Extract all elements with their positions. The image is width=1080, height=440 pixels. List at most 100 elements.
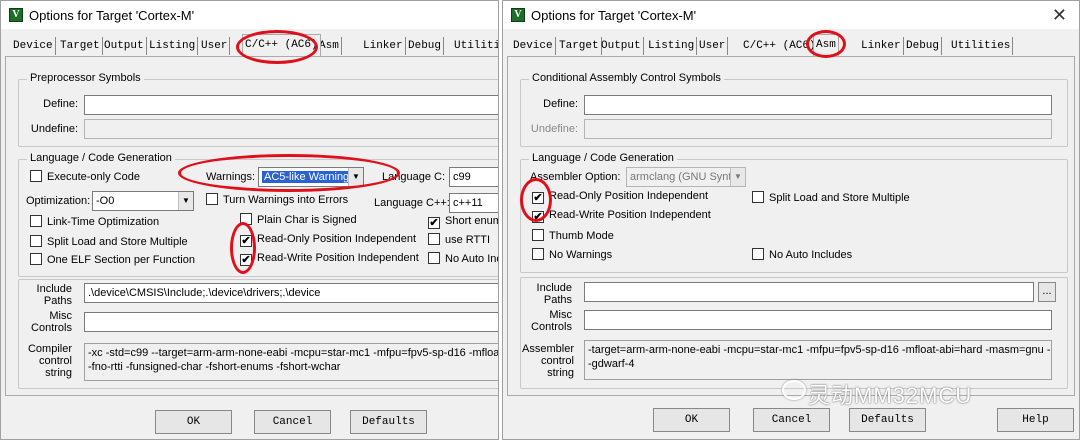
misc-controls-input[interactable] [84, 312, 498, 332]
tab-linker[interactable]: Linker [361, 37, 406, 55]
cancel-button[interactable]: Cancel [254, 410, 331, 434]
checkbox-box[interactable] [532, 248, 544, 260]
plain-char-checkbox[interactable]: Plain Char is Signed [240, 213, 357, 227]
group-title: Language / Code Generation [529, 152, 677, 164]
close-icon[interactable]: ✕ [1052, 5, 1067, 26]
cancel-button[interactable]: Cancel [753, 408, 830, 432]
tab-user[interactable]: User [199, 37, 231, 55]
group-title: Conditional Assembly Control Symbols [529, 72, 724, 84]
checkmark-icon[interactable]: ✔ [532, 192, 544, 204]
help-button[interactable]: Help [997, 408, 1074, 432]
undefine-label: Undefine: [30, 123, 78, 135]
include-paths-label: Include Paths [536, 282, 572, 306]
short-enums-checkbox[interactable]: ✔Short enums [428, 215, 498, 229]
misc-controls-label: Misc Controls [31, 310, 72, 334]
ropi-checkbox[interactable]: ✔ Read-Only Position Independent [240, 233, 416, 247]
language-cpp-label: Language C++: [374, 197, 450, 209]
checkbox-box[interactable] [240, 213, 252, 225]
split-load-checkbox[interactable]: Split Load and Store Multiple [752, 191, 910, 205]
misc-controls-label: Misc Controls [531, 309, 572, 333]
misc-controls-input[interactable] [584, 310, 1052, 330]
split-load-checkbox[interactable]: Split Load and Store Multiple [30, 235, 188, 249]
tab-c-cpp[interactable]: C/C++ (AC6) [242, 34, 321, 56]
defaults-button[interactable]: Defaults [350, 410, 427, 434]
checkbox-box[interactable] [752, 248, 764, 260]
lto-checkbox[interactable]: Link-Time Optimization [30, 215, 159, 229]
language-c-select[interactable]: c99 [449, 167, 498, 187]
ropi-checkbox[interactable]: ✔ Read-Only Position Independent [532, 190, 708, 204]
language-cpp-select[interactable]: c++11 [449, 193, 498, 213]
options-window-cpp: V Options for Target 'Cortex-M' Device T… [0, 0, 499, 440]
tab-target[interactable]: Target [557, 37, 602, 55]
tab-target[interactable]: Target [58, 37, 103, 55]
chevron-down-icon[interactable]: ▼ [178, 192, 193, 210]
undefine-input[interactable] [584, 119, 1052, 139]
keil-app-icon: V [9, 8, 23, 22]
tab-debug[interactable]: Debug [406, 37, 445, 55]
tab-c-cpp[interactable]: C/C++ (AC6) [741, 37, 819, 55]
one-elf-checkbox[interactable]: One ELF Section per Function [30, 253, 195, 267]
group-title: Preprocessor Symbols [27, 72, 144, 84]
tab-device[interactable]: Device [511, 37, 556, 55]
undefine-input[interactable] [84, 119, 498, 139]
no-auto-includes-checkbox[interactable]: No Auto Includes [752, 248, 852, 262]
checkbox-box[interactable] [30, 170, 42, 182]
tab-utilities[interactable]: Utilities [949, 37, 1014, 55]
browse-button[interactable]: ... [1038, 282, 1056, 302]
checkmark-icon[interactable]: ✔ [240, 235, 252, 247]
defaults-button[interactable]: Defaults [849, 408, 926, 432]
warnings-label: Warnings: [206, 171, 256, 183]
checkbox-box[interactable] [30, 215, 42, 227]
checkbox-box[interactable] [428, 252, 440, 264]
wechat-logo [782, 380, 806, 400]
tab-debug[interactable]: Debug [904, 37, 943, 55]
checkbox-box[interactable] [428, 233, 440, 245]
options-window-asm: V Options for Target 'Cortex-M' ✕ Device… [502, 0, 1080, 440]
warnings-select[interactable]: AC5-like Warnings ▼ [258, 167, 364, 187]
tab-listing[interactable]: Listing [646, 37, 698, 55]
turn-warnings-checkbox[interactable]: Turn Warnings into Errors [206, 193, 348, 207]
include-paths-input[interactable] [584, 282, 1034, 302]
checkbox-box[interactable] [30, 235, 42, 247]
language-c-label: Language C: [382, 171, 445, 183]
assembler-option-select[interactable]: armclang (GNU Syntax) ▼ [626, 167, 746, 187]
tab-device[interactable]: Device [11, 37, 56, 55]
tab-asm[interactable]: Asm [813, 34, 839, 56]
no-auto-includes-checkbox[interactable]: No Auto Inc [428, 252, 498, 266]
no-warnings-checkbox[interactable]: No Warnings [532, 248, 612, 262]
chevron-down-icon[interactable]: ▼ [730, 168, 745, 186]
assembler-control-string[interactable]: -target=arm-arm-none-eabi -mcpu=star-mc1… [584, 340, 1052, 380]
tab-user[interactable]: User [697, 37, 729, 55]
ok-button[interactable]: OK [653, 408, 730, 432]
compiler-control-string[interactable]: -xc -std=c99 --target=arm-arm-none-eabi … [84, 343, 498, 381]
define-input[interactable] [84, 95, 498, 115]
tab-output[interactable]: Output [102, 37, 147, 55]
group-title: Language / Code Generation [27, 152, 175, 164]
ok-button[interactable]: OK [155, 410, 232, 434]
compiler-control-label: Compiler control string [27, 343, 72, 379]
optimization-select[interactable]: -O0 ▼ [92, 191, 194, 211]
checkmark-icon[interactable]: ✔ [532, 211, 544, 223]
define-input[interactable] [584, 95, 1052, 115]
checkbox-box[interactable] [532, 229, 544, 241]
include-paths-input[interactable]: .\device\CMSIS\Include;.\device\drivers;… [84, 283, 498, 303]
rwpi-checkbox[interactable]: ✔ Read-Write Position Independent [240, 252, 419, 266]
rwpi-checkbox[interactable]: ✔ Read-Write Position Independent [532, 209, 711, 223]
checkmark-icon[interactable]: ✔ [240, 254, 252, 266]
assembler-option-label: Assembler Option: [530, 171, 621, 183]
checkbox-box[interactable] [206, 193, 218, 205]
tab-asm[interactable]: Asm [317, 37, 342, 55]
checkbox-box[interactable] [30, 253, 42, 265]
tab-utilities[interactable]: Utilities [452, 37, 498, 55]
tab-listing[interactable]: Listing [147, 37, 199, 55]
tab-output[interactable]: Output [599, 37, 644, 55]
checkbox-box[interactable] [752, 191, 764, 203]
tab-linker[interactable]: Linker [859, 37, 904, 55]
checkmark-icon[interactable]: ✔ [428, 217, 440, 229]
optimization-label: Optimization: [26, 195, 91, 207]
tab-bar: Device Target Output Listing User C/C++ … [1, 34, 498, 57]
rtti-checkbox[interactable]: use RTTI [428, 233, 490, 247]
thumb-mode-checkbox[interactable]: Thumb Mode [532, 229, 614, 243]
chevron-down-icon[interactable]: ▼ [348, 168, 363, 186]
execute-only-checkbox[interactable]: Execute-only Code [30, 170, 140, 184]
